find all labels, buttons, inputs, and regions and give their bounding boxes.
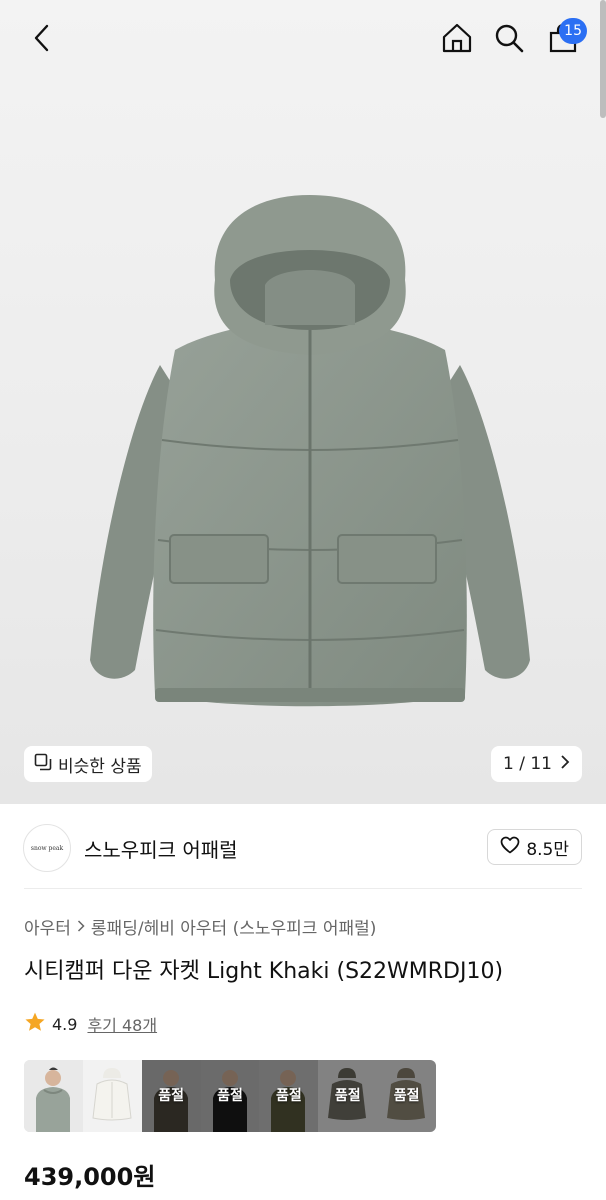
variant-thumbnail-soldout[interactable]: 품절 xyxy=(200,1060,260,1132)
product-image-gallery[interactable]: 비슷한 상품 1 / 11 xyxy=(0,0,606,804)
chevron-left-icon xyxy=(33,24,51,56)
soldout-label: 품절 xyxy=(158,1088,185,1104)
home-icon xyxy=(441,22,473,58)
cart-button[interactable]: 15 xyxy=(541,18,587,62)
brand-logo-text: snow peak xyxy=(30,844,64,852)
page-indicator-text: 1 / 11 xyxy=(503,754,552,774)
stacked-squares-icon xyxy=(34,753,52,776)
heart-icon xyxy=(500,836,520,859)
soldout-label: 품절 xyxy=(334,1088,361,1104)
soldout-label: 품절 xyxy=(275,1088,302,1104)
like-count: 8.5만 xyxy=(526,839,569,860)
product-jacket-image xyxy=(90,195,530,707)
color-variant-list: 품절 품절 품절 품절 품절 xyxy=(24,1060,436,1132)
rating-value: 4.9 xyxy=(52,1014,78,1034)
soldout-label: 품절 xyxy=(393,1088,420,1104)
variant-thumbnail-soldout[interactable]: 품절 xyxy=(141,1060,201,1132)
variant-image xyxy=(36,1067,70,1132)
soldout-label: 품절 xyxy=(217,1088,243,1104)
variant-thumbnail[interactable] xyxy=(82,1060,142,1132)
divider xyxy=(24,888,582,889)
breadcrumb-item[interactable]: 아우터 xyxy=(24,914,71,939)
breadcrumb: 아우터 롱패딩/헤비 아우터 (스노우피크 어패럴) xyxy=(24,914,376,939)
product-price: 439,000원 xyxy=(24,1163,156,1191)
chevron-right-icon xyxy=(560,754,570,774)
chevron-right-icon xyxy=(77,917,85,937)
brand-name[interactable]: 스노우피크 어패럴 xyxy=(84,834,238,863)
breadcrumb-item[interactable]: 롱패딩/헤비 아우터 (스노우피크 어패럴) xyxy=(91,914,376,939)
reviews-link[interactable]: 후기 48개 xyxy=(87,1012,157,1036)
variant-thumbnail[interactable] xyxy=(24,1060,83,1132)
rating-row: 4.9 후기 48개 xyxy=(24,1011,157,1037)
variant-thumbnail-soldout[interactable]: 품절 xyxy=(377,1060,436,1132)
like-button[interactable]: 8.5만 xyxy=(487,829,582,865)
image-page-indicator[interactable]: 1 / 11 xyxy=(491,746,582,782)
brand-logo[interactable]: snow peak xyxy=(23,824,71,872)
brand-section: snow peak 스노우피크 어패럴 8.5만 xyxy=(0,804,606,890)
variant-thumbnail-soldout[interactable]: 품절 xyxy=(259,1060,319,1132)
variant-image xyxy=(92,1068,132,1121)
similar-products-button[interactable]: 비슷한 상품 xyxy=(24,746,152,782)
similar-products-label: 비슷한 상품 xyxy=(58,756,142,777)
variant-thumbnail-soldout[interactable]: 품절 xyxy=(318,1060,378,1132)
product-title: 시티캠퍼 다운 자켓 Light Khaki (S22WMRDJ10) xyxy=(24,959,504,984)
top-app-bar: 15 xyxy=(0,0,606,80)
search-icon xyxy=(494,23,524,57)
star-icon xyxy=(24,1011,46,1037)
home-button[interactable] xyxy=(435,18,479,62)
back-button[interactable] xyxy=(20,18,64,62)
search-button[interactable] xyxy=(487,18,531,62)
cart-count-badge: 15 xyxy=(559,18,587,44)
